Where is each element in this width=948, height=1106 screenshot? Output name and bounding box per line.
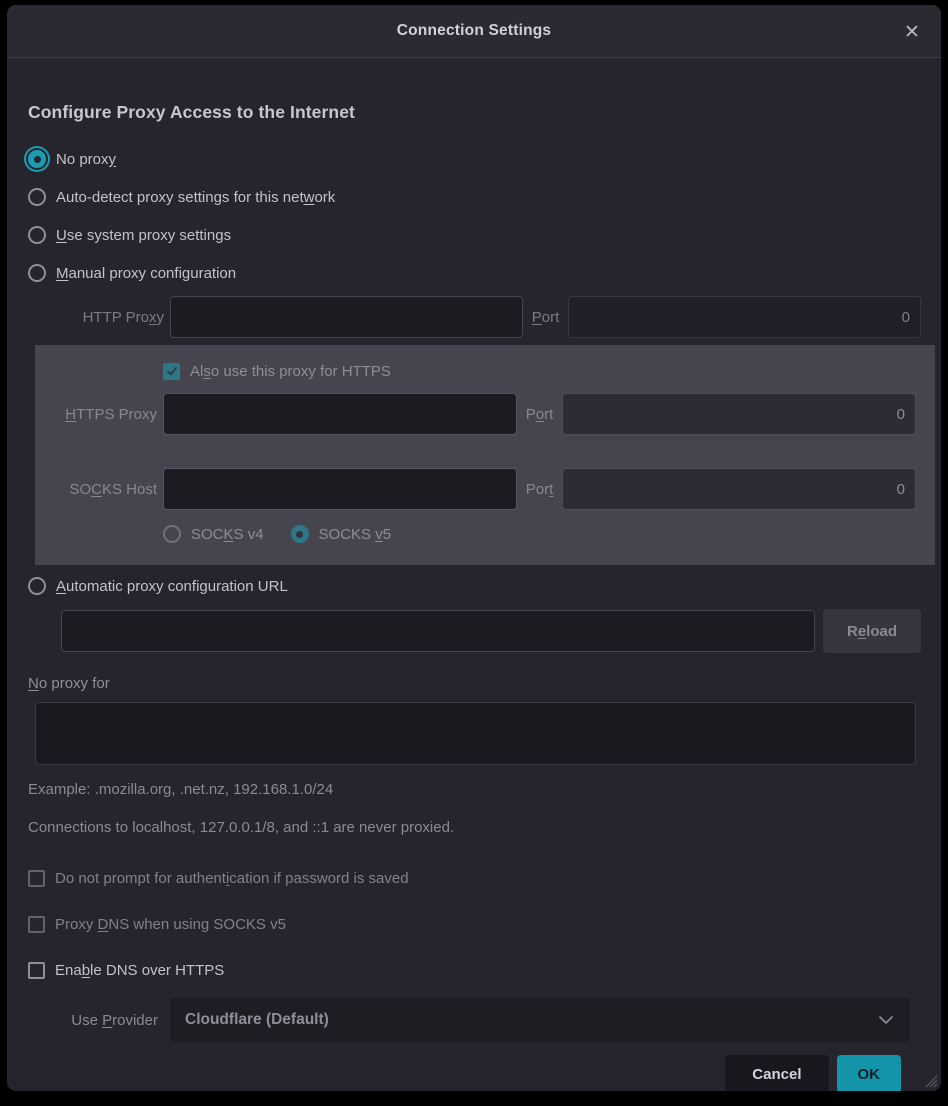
no-prompt-auth-label: Do not prompt for authentication if pass… (55, 870, 409, 887)
radio-system-proxy-label: Use system proxy settings (56, 227, 231, 244)
socks-v5-label: SOCKS v5 (319, 526, 392, 543)
socks-port-label: Port (526, 481, 554, 498)
autoproxy-url-row: Reload (28, 609, 921, 653)
checkbox-unchecked-icon[interactable] (28, 916, 45, 933)
proxy-dns-label: Proxy DNS when using SOCKS v5 (55, 916, 286, 933)
socks-host-label: SOCKS Host (35, 481, 163, 498)
connection-settings-dialog: Connection Settings ✕ Configure Proxy Ac… (7, 5, 941, 1091)
no-proxy-for-textarea[interactable] (35, 702, 916, 765)
dialog-content: Configure Proxy Access to the Internet N… (7, 58, 941, 1091)
radio-button-icon[interactable] (28, 188, 46, 206)
https-proxy-row: HTTPS Proxy Port (35, 392, 916, 436)
close-icon[interactable]: ✕ (899, 19, 925, 45)
http-port-label: Port (532, 309, 560, 326)
checkbox-unchecked-icon[interactable] (28, 870, 45, 887)
dialog-titlebar: Connection Settings ✕ (7, 5, 941, 58)
radio-auto-detect-label: Auto-detect proxy settings for this netw… (56, 189, 335, 206)
no-proxy-note-text: Connections to localhost, 127.0.0.1/8, a… (28, 819, 921, 836)
proxy-dns-checkbox-row[interactable]: Proxy DNS when using SOCKS v5 (28, 906, 921, 942)
no-proxy-example-text: Example: .mozilla.org, .net.nz, 192.168.… (28, 781, 921, 798)
https-proxy-input[interactable] (163, 393, 517, 435)
http-proxy-input[interactable] (170, 296, 523, 338)
https-proxy-label: HTTPS Proxy (35, 406, 163, 423)
http-proxy-label: HTTP Proxy (28, 309, 170, 326)
enable-doh-checkbox-row[interactable]: Enable DNS over HTTPS (28, 952, 921, 988)
radio-button-icon[interactable] (28, 226, 46, 244)
checkbox-checked-icon[interactable] (163, 363, 180, 380)
autoproxy-url-input[interactable] (61, 610, 815, 652)
socks-v4-label: SOCKS v4 (191, 526, 264, 543)
radio-button-icon[interactable] (291, 525, 309, 543)
reload-button[interactable]: Reload (823, 609, 921, 653)
socks-port-input[interactable] (562, 468, 916, 510)
checkbox-unchecked-icon[interactable] (28, 962, 45, 979)
use-provider-label: Use Provider (28, 1012, 170, 1029)
radio-button-icon[interactable] (28, 150, 46, 168)
dialog-title: Connection Settings (397, 22, 552, 40)
enable-doh-label: Enable DNS over HTTPS (55, 962, 224, 979)
manual-proxy-highlight-panel: Also use this proxy for HTTPS HTTPS Prox… (35, 345, 935, 565)
radio-system-proxy[interactable]: Use system proxy settings (28, 216, 921, 254)
socks-version-row: SOCKS v4 SOCKS v5 (163, 515, 916, 553)
cancel-button[interactable]: Cancel (725, 1055, 828, 1091)
radio-automatic-proxy-label: Automatic proxy configuration URL (56, 578, 288, 595)
resize-gripper-icon[interactable] (920, 1070, 938, 1088)
radio-button-icon[interactable] (163, 525, 181, 543)
doh-provider-value: Cloudflare (Default) (185, 1011, 329, 1029)
socks-host-input[interactable] (163, 468, 517, 510)
chevron-down-icon (878, 1015, 894, 1025)
radio-manual-proxy-label: Manual proxy configuration (56, 265, 236, 282)
https-port-input[interactable] (562, 393, 916, 435)
radio-button-icon[interactable] (28, 264, 46, 282)
page-title: Configure Proxy Access to the Internet (28, 102, 921, 123)
no-prompt-auth-checkbox-row[interactable]: Do not prompt for authentication if pass… (28, 860, 921, 896)
radio-no-proxy-label: No proxy (56, 151, 116, 168)
check-icon (166, 365, 178, 377)
ok-button[interactable]: OK (837, 1055, 902, 1091)
radio-automatic-proxy[interactable]: Automatic proxy configuration URL (28, 567, 921, 605)
radio-button-icon[interactable] (28, 577, 46, 595)
socks-host-row: SOCKS Host Port (35, 467, 916, 511)
also-https-checkbox-row[interactable]: Also use this proxy for HTTPS (163, 353, 916, 389)
options-checkbox-group: Do not prompt for authentication if pass… (28, 860, 921, 988)
radio-auto-detect[interactable]: Auto-detect proxy settings for this netw… (28, 178, 921, 216)
no-proxy-for-label: No proxy for (28, 675, 921, 692)
https-port-label: Port (526, 406, 554, 423)
dialog-footer: Cancel OK (28, 1055, 921, 1091)
doh-provider-select[interactable]: Cloudflare (Default) (170, 998, 910, 1042)
http-proxy-row: HTTP Proxy Port (28, 295, 921, 339)
radio-manual-proxy[interactable]: Manual proxy configuration (28, 254, 921, 292)
doh-provider-row: Use Provider Cloudflare (Default) (28, 998, 921, 1042)
http-port-input[interactable] (568, 296, 921, 338)
radio-no-proxy[interactable]: No proxy (28, 140, 921, 178)
also-https-label: Also use this proxy for HTTPS (190, 363, 391, 380)
